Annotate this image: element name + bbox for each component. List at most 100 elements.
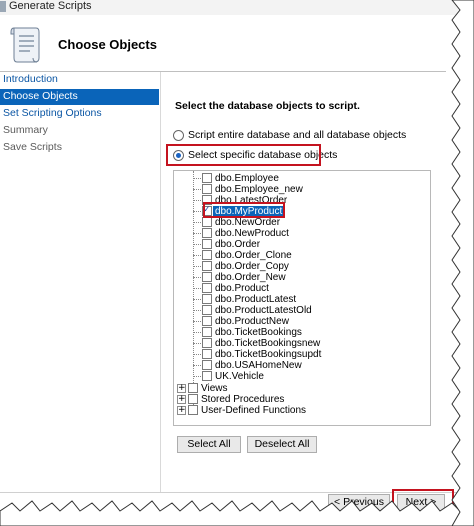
radio-entire-button[interactable]: [173, 130, 184, 141]
tree-item-label: dbo.ProductLatest: [215, 294, 297, 305]
tree-item[interactable]: dbo.USAHomeNew: [174, 360, 430, 371]
wizard-nav: Introduction Choose Objects Set Scriptin…: [0, 72, 160, 492]
scroll-icon: [10, 27, 40, 63]
tree-item[interactable]: dbo.TicketBookingsnew: [174, 338, 430, 349]
select-all-button[interactable]: Select All: [177, 436, 241, 453]
page-title: Choose Objects: [58, 37, 157, 52]
expand-icon[interactable]: +: [177, 384, 186, 393]
tree-branch: [193, 222, 201, 223]
tree-item-checkbox[interactable]: [202, 360, 212, 370]
tree-item[interactable]: dbo.Order_Clone: [174, 250, 430, 261]
tree-item-label: dbo.ProductNew: [215, 316, 289, 327]
expand-icon[interactable]: +: [177, 406, 186, 415]
torn-edge-bottom: [0, 500, 474, 526]
tree-item-label: dbo.Order_New: [215, 272, 286, 283]
app-icon: [0, 1, 6, 12]
tree-item[interactable]: dbo.NewProduct: [174, 228, 430, 239]
tree-item-checkbox[interactable]: [202, 239, 212, 249]
tree-branch: [193, 200, 201, 201]
tree-item-checkbox[interactable]: [202, 316, 212, 326]
highlight-box-specific: [166, 144, 321, 166]
torn-edge-right: [451, 0, 474, 526]
tree-group-user-defined-functions[interactable]: + User-Defined Functions: [174, 405, 430, 416]
deselect-all-button[interactable]: Deselect All: [247, 436, 317, 453]
tree-item[interactable]: UK.Vehicle: [174, 371, 430, 382]
tree-item[interactable]: dbo.ProductLatestOld: [174, 305, 430, 316]
tree-group-stored-procedures[interactable]: + Stored Procedures: [174, 394, 430, 405]
tree-item-label: dbo.Product: [215, 283, 269, 294]
tree-item-label: dbo.NewProduct: [215, 228, 289, 239]
radio-entire-label: Script entire database and all database …: [188, 129, 407, 141]
tree-group-checkbox[interactable]: [188, 405, 198, 415]
tree-group-views[interactable]: + Views: [174, 383, 430, 394]
nav-item-save-scripts: Save Scripts: [3, 141, 62, 153]
tree-item[interactable]: dbo.ProductLatest: [174, 294, 430, 305]
tree-item-checkbox[interactable]: [202, 250, 212, 260]
nav-item-set-scripting-options[interactable]: Set Scripting Options: [0, 106, 159, 122]
tree-item-label: dbo.TicketBookings: [215, 327, 302, 338]
tree-item[interactable]: dbo.Order_New: [174, 272, 430, 283]
tree-item-checkbox[interactable]: [202, 184, 212, 194]
tree-item-label: UK.Vehicle: [215, 371, 264, 382]
tree-item-label: dbo.TicketBookingsnew: [215, 338, 321, 349]
tree-group-checkbox[interactable]: [188, 394, 198, 404]
tree-item-checkbox[interactable]: [202, 228, 212, 238]
tree-branch: [193, 266, 201, 267]
tree-item-checkbox[interactable]: [202, 294, 212, 304]
tree-item-checkbox[interactable]: [202, 327, 212, 337]
tree-branch: [193, 299, 201, 300]
tree-item[interactable]: dbo.Product: [174, 283, 430, 294]
tree-group-label: Views: [201, 383, 228, 394]
radio-script-entire-database[interactable]: Script entire database and all database …: [173, 129, 407, 143]
tree-group-label: User-Defined Functions: [201, 405, 307, 416]
tree-branch: [193, 365, 201, 366]
nav-item-choose-objects[interactable]: Choose Objects: [0, 89, 159, 105]
tree-item-checkbox[interactable]: [202, 217, 212, 227]
tree-branch: [193, 211, 201, 212]
tree-item[interactable]: dbo.Employee: [174, 173, 430, 184]
tree-item[interactable]: dbo.Employee_new: [174, 184, 430, 195]
tree-branch: [193, 178, 201, 179]
expand-icon[interactable]: +: [177, 395, 186, 404]
window-titlebar: Generate Scripts: [0, 0, 474, 15]
tree-item-checkbox[interactable]: [202, 305, 212, 315]
tree-branch: [193, 332, 201, 333]
tree-item-label: dbo.Order_Copy: [215, 261, 289, 272]
wizard-header: Choose Objects: [0, 15, 446, 72]
tree-item-checkbox[interactable]: [202, 261, 212, 271]
tree-branch: [193, 233, 201, 234]
tree-branch: [193, 244, 201, 245]
tree-branch: [193, 310, 201, 311]
tree-item-label: dbo.Employee_new: [215, 184, 303, 195]
tree-branch: [193, 189, 201, 190]
tree-item[interactable]: dbo.Order: [174, 239, 430, 250]
window-title: Generate Scripts: [9, 0, 92, 12]
tree-item-label: dbo.Employee: [215, 173, 279, 184]
tree-item-label: dbo.NewOrder: [215, 217, 281, 228]
tree-group-label: Stored Procedures: [201, 394, 285, 405]
tree-branch: [193, 277, 201, 278]
tree-item-checkbox[interactable]: [202, 173, 212, 183]
tree-item-checkbox[interactable]: [202, 349, 212, 359]
tree-item[interactable]: dbo.TicketBookingsupdt: [174, 349, 430, 360]
tree-item-checkbox[interactable]: [202, 283, 212, 293]
tree-item-checkbox[interactable]: [202, 272, 212, 282]
tree-item-label: dbo.ProductLatestOld: [215, 305, 312, 316]
tree-item-checkbox[interactable]: [202, 371, 212, 381]
tree-item-label: dbo.Order: [215, 239, 261, 250]
tree-branch: [193, 343, 201, 344]
tree-group-checkbox[interactable]: [188, 383, 198, 393]
tree-item[interactable]: dbo.NewOrder: [174, 217, 430, 228]
tree-branch: [193, 255, 201, 256]
tree-item-checkbox[interactable]: [202, 338, 212, 348]
tree-item-label: dbo.USAHomeNew: [215, 360, 302, 371]
main-panel: Select the database objects to script. S…: [161, 72, 446, 492]
nav-item-introduction[interactable]: Introduction: [0, 72, 159, 88]
tree-item-label: dbo.Order_Clone: [215, 250, 292, 261]
tree-item[interactable]: dbo.ProductNew: [174, 316, 430, 327]
tree-item[interactable]: dbo.TicketBookings: [174, 327, 430, 338]
tree-branch: [193, 354, 201, 355]
tree-item[interactable]: dbo.Order_Copy: [174, 261, 430, 272]
tree-branch: [193, 376, 201, 377]
nav-item-summary: Summary: [3, 124, 48, 136]
